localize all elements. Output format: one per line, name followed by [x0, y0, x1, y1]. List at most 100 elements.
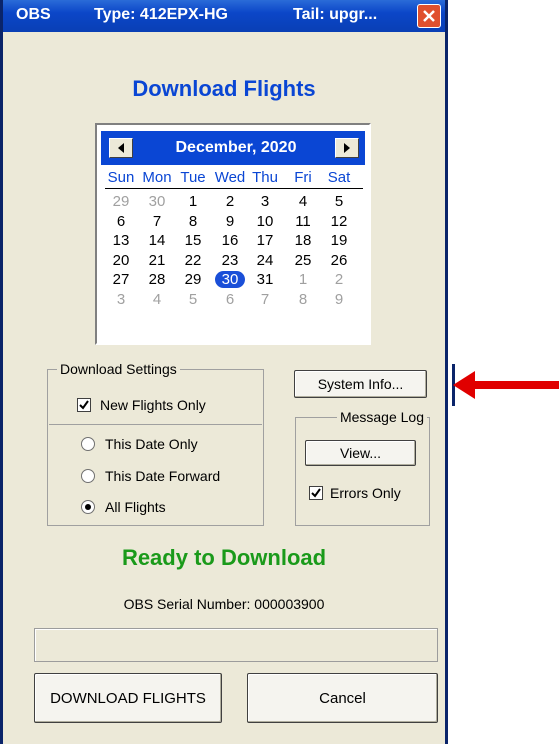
calendar-day-number: 1 — [298, 271, 308, 288]
message-log-group: Message Log View... Errors Only — [295, 409, 430, 526]
system-info-button[interactable]: System Info... — [294, 370, 427, 398]
title-bar[interactable]: OBS Type: 412EPX-HG Tail: upgr... — [3, 0, 445, 32]
calendar-day[interactable]: 22 — [175, 251, 211, 270]
calendar-day[interactable]: 4 — [139, 290, 175, 309]
all-flights-label[interactable]: All Flights — [105, 499, 166, 515]
calendar-day[interactable]: 5 — [175, 290, 211, 309]
calendar-day-number: 9 — [225, 212, 235, 230]
calendar-day-number: 21 — [148, 251, 166, 269]
calendar-day[interactable]: 16 — [212, 231, 248, 250]
calendar-day[interactable]: 26 — [321, 251, 357, 270]
status-text: Ready to Download — [121, 545, 327, 570]
calendar-day-number: 29 — [112, 193, 130, 210]
prev-month-button[interactable] — [109, 138, 133, 158]
title-tail: Tail: upgr... — [293, 6, 378, 23]
radio-all-flights[interactable] — [81, 500, 95, 514]
calendar-day[interactable]: 17 — [247, 231, 283, 250]
calendar-day[interactable]: 23 — [212, 251, 248, 270]
calendar-day-number: 8 — [298, 290, 308, 308]
calendar-day-number: 8 — [188, 212, 198, 230]
calendar-day-number: 30 — [148, 193, 166, 210]
serial-number: OBS Serial Number: 000003900 — [123, 596, 325, 612]
calendar-day[interactable]: 7 — [247, 290, 283, 309]
close-icon — [423, 10, 435, 22]
calendar-day[interactable]: 28 — [139, 270, 175, 289]
calendar-day[interactable]: 13 — [103, 231, 139, 250]
obs-download-window: OBS Type: 412EPX-HG Tail: upgr... Downlo… — [0, 0, 448, 744]
calendar-day[interactable]: 24 — [247, 251, 283, 270]
calendar-day[interactable]: 4 — [285, 192, 321, 211]
calendar-day[interactable]: 18 — [285, 231, 321, 250]
errors-only-label[interactable]: Errors Only — [330, 485, 401, 501]
calendar-day-number: 2 — [225, 193, 235, 210]
calendar-day-number: 7 — [152, 212, 162, 230]
calendar-day[interactable]: 12 — [321, 212, 357, 231]
calendar-day[interactable]: 1 — [285, 270, 321, 289]
calendar-day-number: 26 — [330, 251, 348, 269]
new-flights-only-label[interactable]: New Flights Only — [100, 397, 206, 413]
calendar-day[interactable]: 29 — [175, 270, 211, 289]
calendar-day[interactable]: 2 — [212, 192, 248, 211]
calendar-day[interactable]: 15 — [175, 231, 211, 250]
calendar-day[interactable]: 9 — [212, 212, 248, 231]
errors-only-checkbox[interactable] — [309, 486, 323, 500]
calendar-day[interactable]: 21 — [139, 251, 175, 270]
calendar-day[interactable]: 1 — [175, 192, 211, 211]
calendar-day[interactable]: 6 — [212, 290, 248, 309]
calendar-day[interactable]: 27 — [103, 270, 139, 289]
calendar-day[interactable]: 19 — [321, 231, 357, 250]
month-calendar: December, 2020 Sun Mon Tue Wed Thu Fri Sat 29 3… — [95, 123, 371, 345]
calendar-day[interactable]: 3 — [247, 192, 283, 211]
calendar-day[interactable]: 31 — [247, 270, 283, 289]
close-button[interactable] — [417, 4, 441, 28]
checkmark-icon — [79, 400, 89, 410]
calendar-day-number: 15 — [184, 232, 202, 249]
checkmark-icon — [311, 488, 321, 498]
calendar-day-number: 24 — [256, 251, 274, 269]
weekday-divider — [105, 188, 363, 189]
new-flights-only-checkbox[interactable] — [77, 398, 91, 412]
calendar-day[interactable]: 7 — [139, 212, 175, 231]
calendar-day[interactable]: 14 — [139, 231, 175, 250]
progress-bar — [34, 628, 438, 662]
calendar-day[interactable]: 5 — [321, 192, 357, 211]
view-log-button[interactable]: View... — [305, 440, 416, 466]
calendar-day-number: 19 — [330, 232, 348, 249]
next-month-button[interactable] — [335, 138, 359, 158]
weekday-label: Thu — [252, 169, 278, 186]
settings-divider — [49, 424, 262, 425]
this-date-only-label[interactable]: This Date Only — [105, 436, 198, 452]
calendar-day-number: 22 — [184, 251, 202, 269]
calendar-month-label: December, 2020 — [175, 139, 297, 156]
calendar-day[interactable]: 10 — [247, 212, 283, 231]
calendar-day[interactable]: 30 — [212, 270, 248, 289]
this-date-forward-label[interactable]: This Date Forward — [105, 468, 220, 484]
cancel-button[interactable]: Cancel — [247, 673, 438, 723]
weekday-label: Fri — [294, 169, 312, 186]
calendar-day-number: 11 — [295, 212, 311, 230]
calendar-day[interactable]: 3 — [103, 290, 139, 309]
download-flights-button[interactable]: DOWNLOAD FLIGHTS — [34, 673, 222, 723]
weekday-label: Sat — [327, 169, 351, 186]
calendar-day[interactable]: 2 — [321, 270, 357, 289]
calendar-day-number: 30 — [214, 271, 246, 288]
weekday-label: Sun — [107, 169, 135, 186]
calendar-day[interactable]: 30 — [139, 192, 175, 211]
calendar-day[interactable]: 6 — [103, 212, 139, 231]
calendar-day[interactable]: 20 — [103, 251, 139, 270]
title-type: Type: 412EPX-HG — [94, 6, 228, 23]
calendar-day-number: 16 — [221, 232, 239, 249]
calendar-day-number: 14 — [148, 232, 166, 249]
calendar-day[interactable]: 8 — [175, 212, 211, 231]
weekday-label: Tue — [180, 169, 206, 186]
calendar-day[interactable]: 11 — [285, 212, 321, 231]
radio-this-date-only[interactable] — [81, 437, 95, 451]
calendar-day-number: 4 — [152, 290, 162, 308]
calendar-day[interactable]: 25 — [285, 251, 321, 270]
calendar-day[interactable]: 8 — [285, 290, 321, 309]
calendar-day-number: 2 — [334, 271, 344, 288]
calendar-day[interactable]: 29 — [103, 192, 139, 211]
radio-this-date-forward[interactable] — [81, 469, 95, 483]
calendar-day-number: 5 — [188, 290, 198, 308]
calendar-day[interactable]: 9 — [321, 290, 357, 309]
